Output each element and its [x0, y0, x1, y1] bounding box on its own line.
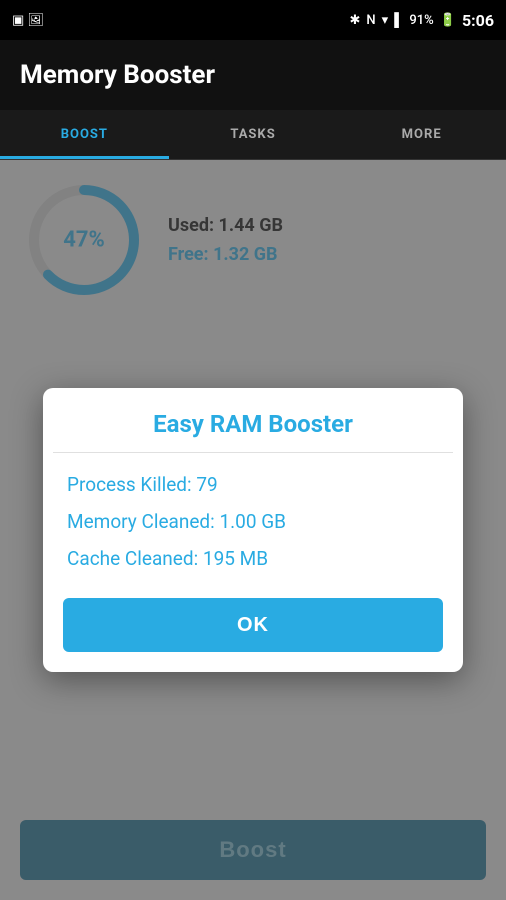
- wifi-icon: ▾: [382, 13, 389, 28]
- dialog-stat-processes: Process Killed: 79: [67, 473, 439, 496]
- dialog-title: Easy RAM Booster: [43, 388, 463, 452]
- dialog-stat-cache: Cache Cleaned: 195 MB: [67, 547, 439, 570]
- battery-level: 91%: [409, 13, 433, 28]
- app-title: Memory Booster: [20, 60, 215, 90]
- battery-icon: 🔋: [440, 13, 456, 28]
- cache-cleaned-label: Cache Cleaned:: [67, 547, 203, 570]
- tab-tasks[interactable]: TASKS: [169, 110, 338, 159]
- main-content: 47% Used: 1.44 GB Free: 1.32 GB Boost Ea…: [0, 160, 506, 900]
- status-bar: ▣ 🖼 ✱ N ▾ ▌ 91% 🔋 5:06: [0, 0, 506, 40]
- dialog-overlay: Easy RAM Booster Process Killed: 79 Memo…: [0, 160, 506, 900]
- memory-cleaned-label: Memory Cleaned:: [67, 510, 219, 533]
- tab-bar: BOOST TASKS MORE: [0, 110, 506, 160]
- process-killed-value: 79: [196, 473, 217, 496]
- tab-boost[interactable]: BOOST: [0, 110, 169, 159]
- tab-more[interactable]: MORE: [337, 110, 506, 159]
- notification-icons: ▣ 🖼: [12, 13, 44, 28]
- app-header: Memory Booster: [0, 40, 506, 110]
- memory-cleaned-value: 1.00 GB: [219, 510, 286, 533]
- status-bar-right: ✱ N ▾ ▌ 91% 🔋 5:06: [350, 11, 494, 30]
- network-n-icon: N: [366, 13, 375, 28]
- process-killed-label: Process Killed:: [67, 473, 196, 496]
- dialog-stat-memory: Memory Cleaned: 1.00 GB: [67, 510, 439, 533]
- dialog-body: Process Killed: 79 Memory Cleaned: 1.00 …: [43, 453, 463, 594]
- status-bar-left: ▣ 🖼: [12, 13, 44, 28]
- dialog: Easy RAM Booster Process Killed: 79 Memo…: [43, 388, 463, 672]
- clock: 5:06: [462, 11, 494, 30]
- bluetooth-icon: ✱: [350, 13, 361, 28]
- signal-icon: ▌: [394, 12, 403, 28]
- cache-cleaned-value: 195 MB: [203, 547, 268, 570]
- dialog-ok-button[interactable]: OK: [63, 598, 443, 652]
